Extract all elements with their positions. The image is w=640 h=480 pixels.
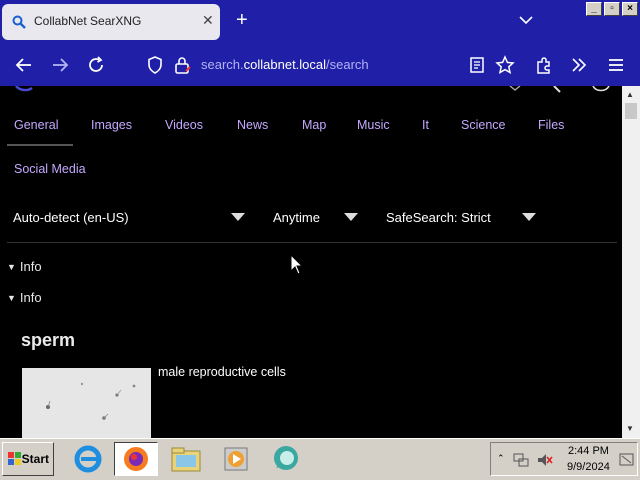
maximize-button[interactable]: ▫ bbox=[604, 2, 620, 16]
window-controls: _ ▫ × bbox=[586, 2, 638, 16]
tab-general[interactable]: General bbox=[14, 118, 58, 132]
chevron-down-icon[interactable] bbox=[518, 12, 534, 28]
triangle-down-icon: ▼ bbox=[7, 293, 16, 303]
tab-it[interactable]: It bbox=[422, 118, 429, 132]
info-section-label: Info bbox=[19, 259, 42, 274]
windows-logo-icon bbox=[8, 452, 21, 465]
start-label: Start bbox=[21, 452, 49, 466]
chevron-up-icon[interactable]: ⌃ bbox=[497, 453, 505, 464]
tab-music[interactable]: Music bbox=[357, 118, 390, 132]
infobox-title: sperm bbox=[21, 330, 76, 350]
navigation-bar: search.collabnet.local/search bbox=[0, 44, 640, 86]
system-tray: ⌃ bbox=[490, 442, 638, 476]
reload-icon[interactable] bbox=[86, 55, 106, 75]
language-select[interactable]: Auto-detect (en-US) bbox=[13, 210, 129, 225]
search-icon[interactable] bbox=[542, 86, 562, 94]
mouse-cursor-icon bbox=[290, 254, 304, 275]
search-icon bbox=[12, 15, 26, 29]
show-desktop-icon[interactable] bbox=[619, 452, 635, 468]
triangle-down-icon: ▼ bbox=[7, 262, 16, 272]
firefox-icon[interactable] bbox=[114, 442, 158, 476]
tab-social-media[interactable]: Social Media bbox=[14, 162, 86, 176]
url-bar[interactable]: search.collabnet.local/search bbox=[201, 57, 369, 72]
scroll-down-icon[interactable]: ▼ bbox=[626, 424, 634, 433]
scroll-up-icon[interactable]: ▲ bbox=[626, 90, 634, 99]
shield-icon[interactable] bbox=[145, 55, 165, 75]
search-results-page: General Images Videos News Map Music It … bbox=[0, 86, 622, 438]
tab-science[interactable]: Science bbox=[461, 118, 505, 132]
tab-videos[interactable]: Videos bbox=[165, 118, 203, 132]
lock-icon[interactable] bbox=[172, 55, 192, 75]
infobox-image[interactable] bbox=[22, 368, 151, 438]
forward-icon[interactable] bbox=[50, 55, 70, 75]
overflow-chevrons-icon[interactable] bbox=[569, 55, 589, 75]
file-explorer-icon[interactable] bbox=[164, 442, 208, 476]
bookmark-star-icon[interactable] bbox=[495, 55, 515, 75]
url-prefix: search. bbox=[201, 57, 244, 72]
chat-app-icon[interactable] bbox=[264, 442, 308, 476]
clock-date[interactable]: 9/9/2024 bbox=[567, 461, 610, 473]
time-range-select[interactable]: Anytime bbox=[273, 210, 320, 225]
minimize-button[interactable]: _ bbox=[586, 2, 602, 16]
extensions-icon[interactable] bbox=[534, 55, 554, 75]
clock-time[interactable]: 2:44 PM bbox=[568, 445, 609, 457]
network-icon[interactable] bbox=[513, 452, 529, 468]
start-button[interactable]: Start bbox=[2, 442, 54, 476]
tab-news[interactable]: News bbox=[237, 118, 268, 132]
info-section-toggle[interactable]: ▼ Info bbox=[7, 259, 42, 274]
safesearch-dropdown-icon[interactable] bbox=[522, 213, 536, 221]
browser-tab[interactable]: CollabNet SearXNG ✕ bbox=[2, 4, 220, 40]
safesearch-select[interactable]: SafeSearch: Strict bbox=[386, 210, 491, 225]
chevron-down-icon[interactable] bbox=[508, 86, 522, 92]
settings-icon[interactable] bbox=[590, 86, 612, 94]
infobox-description: male reproductive cells bbox=[158, 365, 286, 379]
tab-map[interactable]: Map bbox=[302, 118, 326, 132]
internet-explorer-icon[interactable] bbox=[66, 442, 110, 476]
active-tab-underline bbox=[7, 144, 73, 146]
url-domain: collabnet.local bbox=[243, 57, 327, 72]
new-tab-icon[interactable]: + bbox=[236, 10, 248, 30]
speaker-muted-icon[interactable] bbox=[537, 452, 553, 468]
tab-title: CollabNet SearXNG bbox=[34, 14, 142, 28]
tab-images[interactable]: Images bbox=[91, 118, 132, 132]
scrollbar-thumb[interactable] bbox=[625, 103, 637, 119]
filter-divider bbox=[7, 242, 617, 243]
windows-taskbar: Start ⌃ 2:44 PM 9/9/2024 bbox=[0, 438, 640, 480]
language-dropdown-icon[interactable] bbox=[231, 213, 245, 221]
close-tab-icon[interactable]: ✕ bbox=[202, 12, 214, 29]
tab-files[interactable]: Files bbox=[538, 118, 564, 132]
info-section-label: Info bbox=[19, 290, 42, 305]
info-section-toggle[interactable]: ▼ Info bbox=[7, 290, 42, 305]
media-player-icon[interactable] bbox=[214, 442, 258, 476]
page-scrollbar[interactable]: ▲ ▼ bbox=[622, 86, 640, 438]
logo-fragment-icon bbox=[15, 86, 33, 92]
time-dropdown-icon[interactable] bbox=[344, 213, 358, 221]
reader-view-icon[interactable] bbox=[467, 55, 487, 75]
tab-bar: CollabNet SearXNG ✕ + _ ▫ × bbox=[0, 0, 640, 44]
sperm-cells-image bbox=[22, 368, 151, 438]
back-icon[interactable] bbox=[14, 55, 34, 75]
url-path: /search bbox=[326, 57, 369, 72]
close-window-button[interactable]: × bbox=[622, 2, 638, 16]
menu-icon[interactable] bbox=[606, 55, 626, 75]
